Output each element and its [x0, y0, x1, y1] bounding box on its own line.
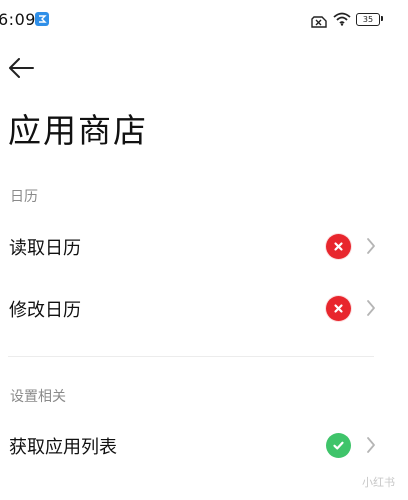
section-divider [8, 356, 374, 357]
arrow-left-icon [9, 58, 34, 78]
check-icon [333, 441, 344, 450]
app-notification-icon [35, 12, 49, 26]
status-bar: 6:09 35 [0, 0, 408, 40]
permission-row-modify-calendar[interactable]: 修改日历 [0, 280, 400, 336]
section-header-settings: 设置相关 [10, 389, 66, 405]
denied-status-badge [326, 296, 351, 321]
denied-status-badge [326, 234, 351, 259]
chevron-right-icon [367, 300, 375, 316]
page-title: 应用商店 [8, 111, 148, 150]
x-icon [334, 242, 343, 251]
chevron-right-icon [367, 437, 375, 453]
permission-label: 读取日历 [9, 238, 81, 259]
section-header-calendar: 日历 [10, 189, 38, 205]
battery-nub [381, 16, 383, 21]
allowed-status-badge [326, 433, 351, 458]
wifi-icon [333, 11, 351, 30]
sim-off-icon [311, 13, 327, 32]
permission-row-get-app-list[interactable]: 获取应用列表 [0, 417, 400, 473]
watermark: 小红书 [362, 476, 395, 489]
battery-level: 35 [362, 15, 374, 24]
status-time: 6:09 [0, 10, 36, 29]
x-icon [334, 304, 343, 313]
back-button[interactable] [4, 52, 40, 84]
permission-label: 获取应用列表 [9, 437, 117, 458]
permission-label: 修改日历 [9, 300, 81, 321]
permission-row-read-calendar[interactable]: 读取日历 [0, 218, 400, 274]
chevron-right-icon [367, 238, 375, 254]
battery-icon: 35 [356, 13, 380, 26]
